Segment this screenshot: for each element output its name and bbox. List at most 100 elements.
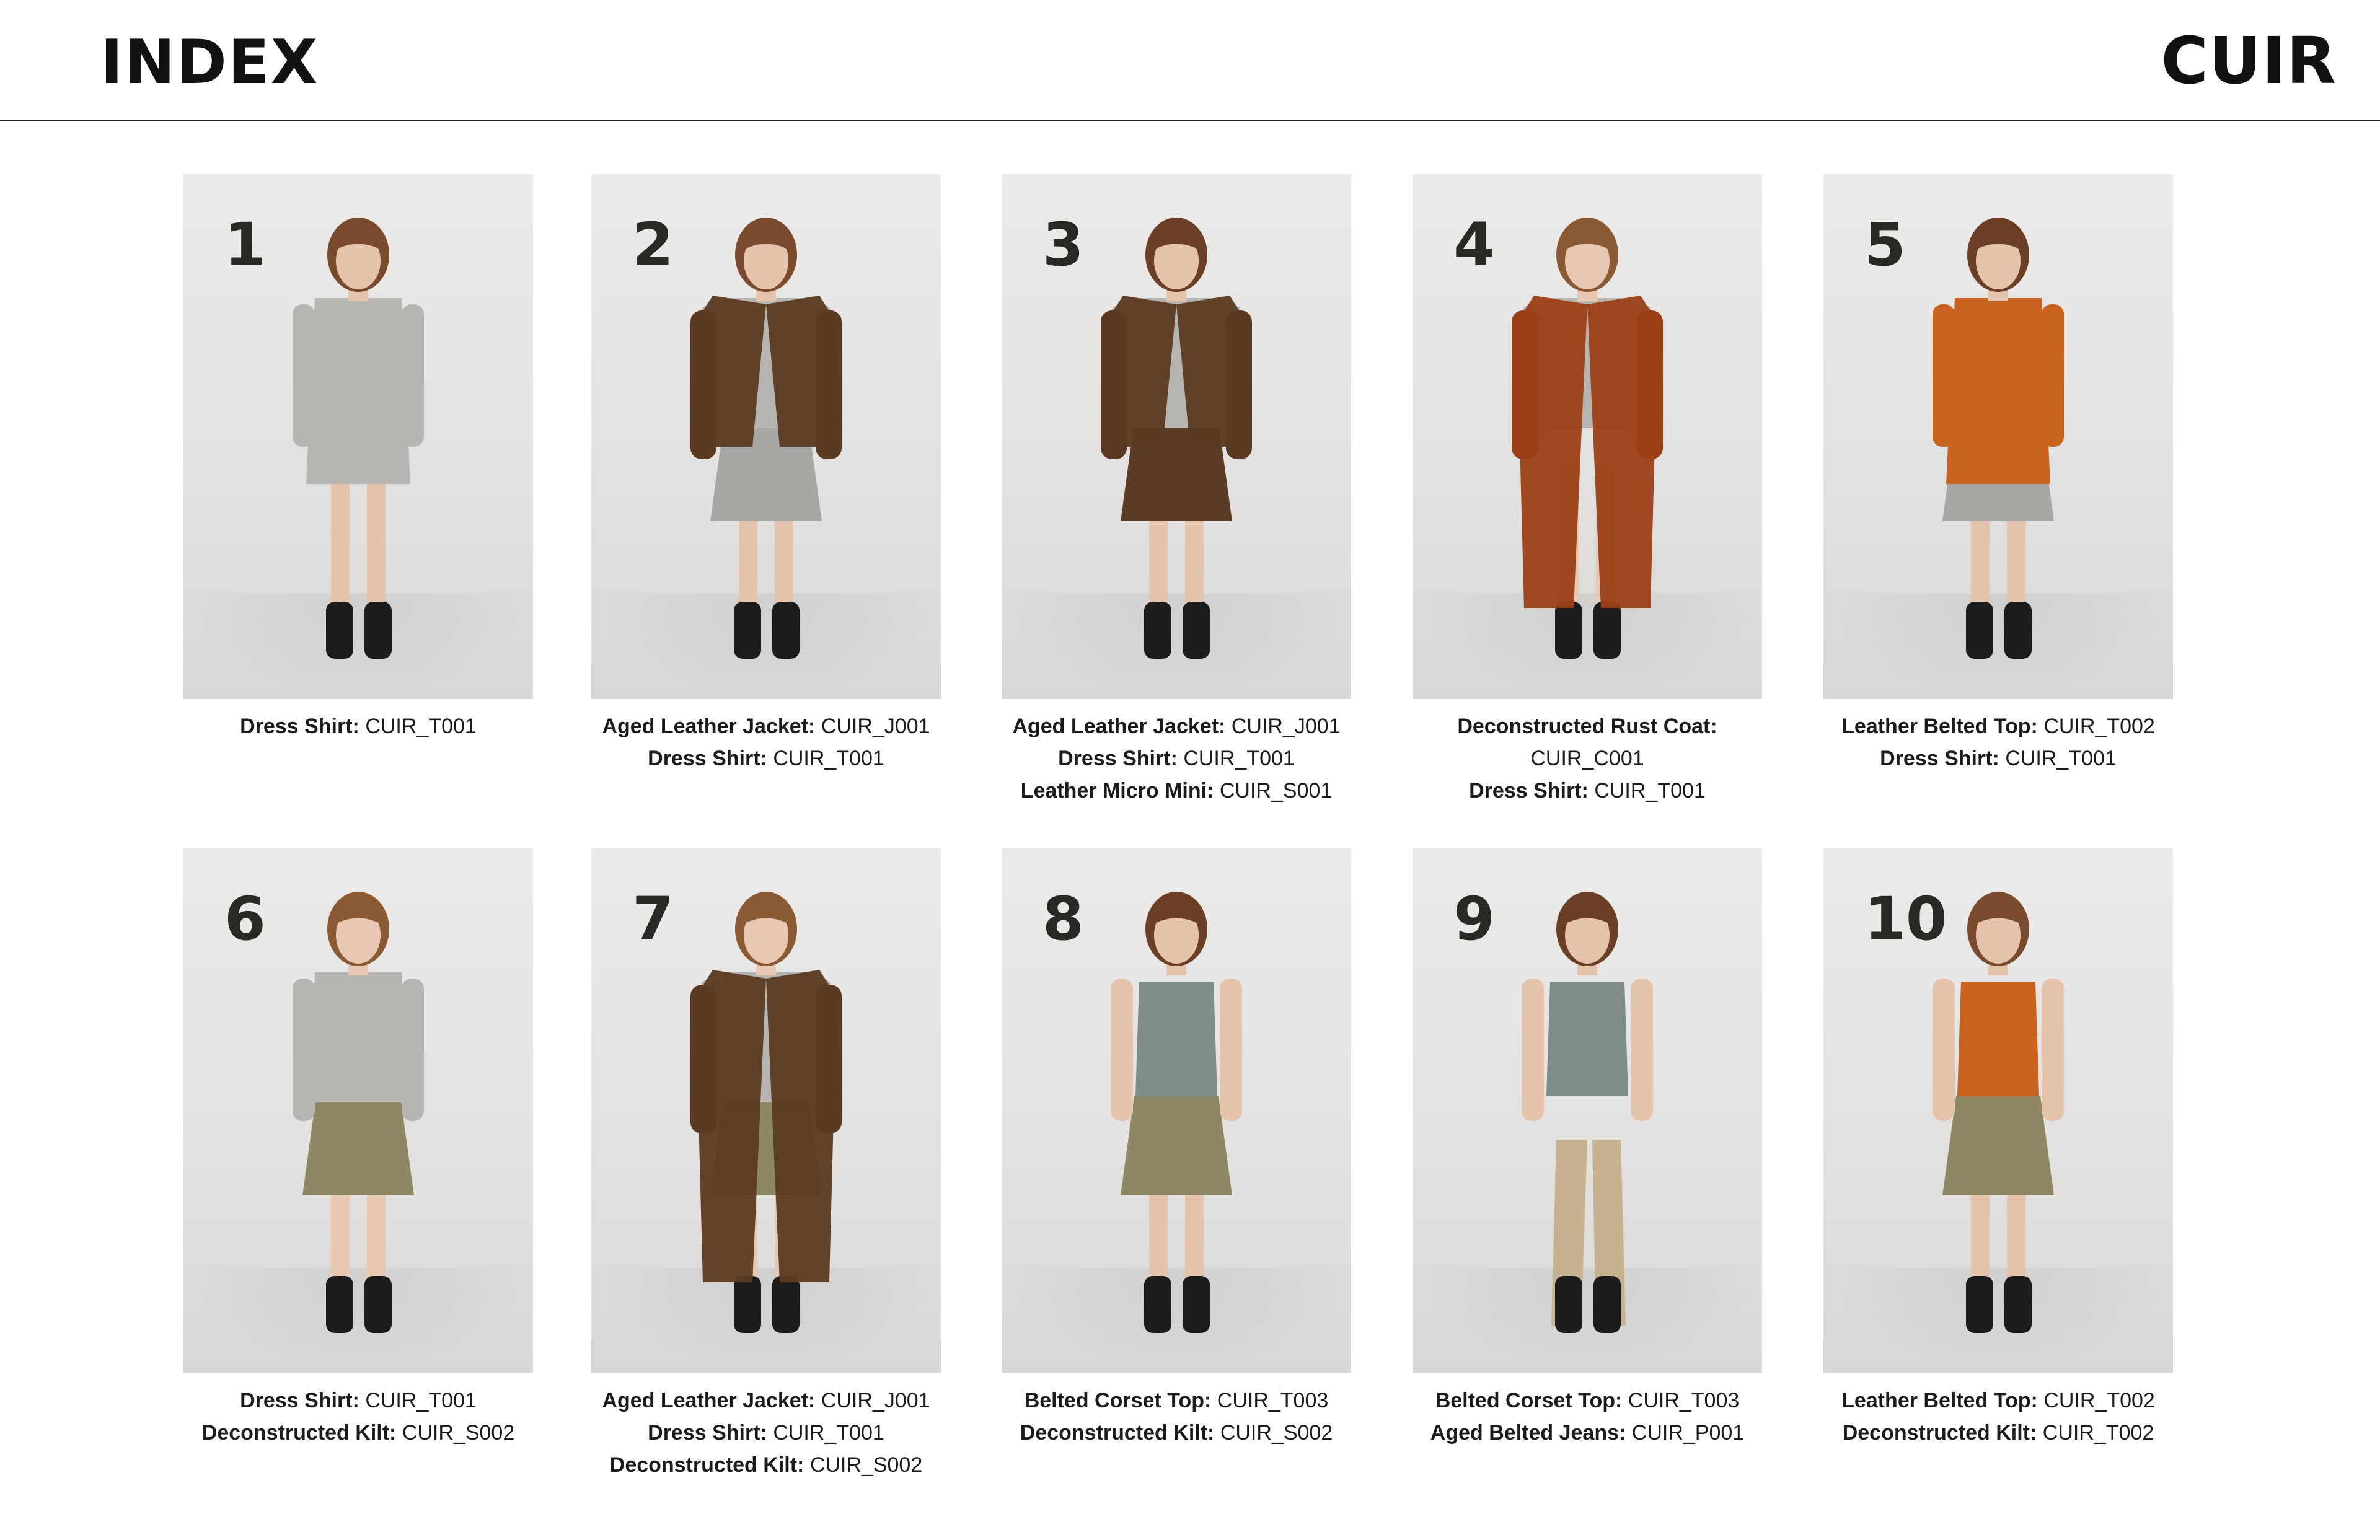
garment-line: Leather Micro Mini: CUIR_S001 [1002, 775, 1351, 807]
garment-name: Deconstructed Rust Coat: [1457, 715, 1717, 738]
garment-code: CUIR_T002 [2042, 1421, 2154, 1445]
garment-name: Deconstructed Kilt: [1842, 1421, 2037, 1445]
look-photo: 4 [1413, 174, 1762, 699]
look-photo: 5 [1823, 174, 2173, 699]
garment-line: Aged Belted Jeans: CUIR_P001 [1413, 1417, 1762, 1449]
look-caption: Belted Corset Top: CUIR_T003 Deconstructe… [1002, 1384, 1351, 1449]
look-number: 9 [1453, 884, 1495, 954]
look-number: 2 [632, 210, 674, 279]
look-card: 3 Aged Leather Jacket: CUIR_J001 Dress Shi… [1002, 174, 1351, 807]
garment-code: CUIR_S001 [1219, 779, 1333, 803]
garment-line: Dress Shirt: CUIR_T001 [1823, 742, 2173, 775]
look-number: 3 [1042, 210, 1084, 279]
garment-name: Dress Shirt: [240, 715, 359, 738]
garment-name: Aged Belted Jeans: [1430, 1421, 1626, 1445]
garment-code: CUIR_T002 [2043, 715, 2155, 738]
look-card: 5 Leather Belted Top: CUIR_T002 Dress Shir… [1823, 174, 2173, 775]
garment-line: Dress Shirt: CUIR_T001 [1413, 775, 1762, 807]
look-card: 9 Belted Corset Top: CUIR_T003 Aged Belted… [1413, 848, 1762, 1449]
look-number: 1 [224, 210, 266, 279]
garment-line: Leather Belted Top: CUIR_T002 [1823, 710, 2173, 742]
garment-line: Belted Corset Top: CUIR_T003 [1002, 1384, 1351, 1417]
garment-code: CUIR_J001 [821, 1389, 930, 1412]
garment-code: CUIR_P001 [1631, 1421, 1745, 1445]
look-caption: Aged Leather Jacket: CUIR_J001 Dress Shir… [591, 710, 941, 775]
garment-name: Dress Shirt: [1058, 747, 1178, 770]
look-photo: 2 [591, 174, 941, 699]
garment-name: Leather Belted Top: [1841, 1389, 2038, 1412]
garment-line: Dress Shirt: CUIR_T001 [1002, 742, 1351, 775]
look-caption: Dress Shirt: CUIR_T001 [183, 710, 533, 742]
garment-line: Dress Shirt: CUIR_T001 [591, 1417, 941, 1449]
look-card: 2 Aged Leather Jacket: CUIR_J001 Dress Shi… [591, 174, 941, 775]
garment-name: Belted Corset Top: [1435, 1389, 1623, 1412]
garment-code: CUIR_S002 [402, 1421, 515, 1445]
look-photo: 6 [183, 848, 533, 1373]
garment-name: Deconstructed Kilt: [609, 1453, 804, 1477]
garment-name: Dress Shirt: [1880, 747, 1999, 770]
look-caption: Leather Belted Top: CUIR_T002 Dress Shirt… [1823, 710, 2173, 775]
garment-code: CUIR_T001 [773, 747, 884, 770]
look-card: 1 Dress Shirt: CUIR_T001 [183, 174, 533, 742]
garment-line: Dress Shirt: CUIR_T001 [591, 742, 941, 775]
garment-code: CUIR_J001 [1231, 715, 1341, 738]
garment-name: Aged Leather Jacket: [602, 715, 816, 738]
look-card: 7 Aged Leather Jacket: CUIR_J001 Dress Shi… [591, 848, 941, 1481]
garment-line: Aged Leather Jacket: CUIR_J001 [591, 710, 941, 742]
look-photo: 1 [183, 174, 533, 699]
look-card: 10 Leather Belted Top: CUIR_T002 Deconstru… [1823, 848, 2173, 1449]
garment-name: Leather Micro Mini: [1020, 779, 1214, 803]
garment-code: CUIR_J001 [821, 715, 930, 738]
look-number: 4 [1453, 210, 1495, 279]
look-number: 8 [1042, 884, 1084, 954]
look-photo: 9 [1413, 848, 1762, 1373]
look-number: 5 [1864, 210, 1906, 279]
garment-code: CUIR_T001 [1594, 779, 1706, 803]
garment-line: Deconstructed Kilt: CUIR_S002 [1002, 1417, 1351, 1449]
garment-code: CUIR_T002 [2043, 1389, 2155, 1412]
garment-name: Aged Leather Jacket: [602, 1389, 816, 1412]
look-photo: 10 [1823, 848, 2173, 1373]
look-card: 8 Belted Corset Top: CUIR_T003 Deconstruct… [1002, 848, 1351, 1449]
garment-name: Dress Shirt: [1469, 779, 1589, 803]
garment-name: Deconstructed Kilt: [201, 1421, 397, 1445]
brand-logo: CUIR [2161, 23, 2337, 99]
look-number: 7 [632, 884, 674, 954]
garment-line: Aged Leather Jacket: CUIR_J001 [591, 1384, 941, 1417]
garment-code: CUIR_C001 [1530, 747, 1644, 770]
garment-name: Belted Corset Top: [1024, 1389, 1212, 1412]
garment-code: CUIR_T003 [1217, 1389, 1329, 1412]
look-card: 4 Deconstructed Rust Coat: CUIR_C001 Dress… [1413, 174, 1762, 807]
garment-code: CUIR_S002 [1220, 1421, 1333, 1445]
garment-line: Belted Corset Top: CUIR_T003 [1413, 1384, 1762, 1417]
garment-code: CUIR_S002 [809, 1453, 923, 1477]
garment-code: CUIR_T001 [365, 715, 477, 738]
look-photo: 7 [591, 848, 941, 1373]
garment-line: Deconstructed Kilt: CUIR_S002 [183, 1417, 533, 1449]
garment-name: Dress Shirt: [648, 747, 767, 770]
look-number: 6 [224, 884, 266, 954]
look-caption: Leather Belted Top: CUIR_T002 Deconstruct… [1823, 1384, 2173, 1449]
garment-code: CUIR_T001 [773, 1421, 884, 1445]
look-photo: 3 [1002, 174, 1351, 699]
look-number: 10 [1864, 884, 1947, 954]
look-caption: Deconstructed Rust Coat: CUIR_C001 Dress … [1413, 710, 1762, 807]
garment-line: Dress Shirt: CUIR_T001 [183, 1384, 533, 1417]
garment-line: Deconstructed Rust Coat: CUIR_C001 [1413, 710, 1762, 775]
garment-line: Dress Shirt: CUIR_T001 [183, 710, 533, 742]
garment-name: Leather Belted Top: [1841, 715, 2038, 738]
garment-line: Deconstructed Kilt: CUIR_S002 [591, 1449, 941, 1481]
garment-line: Leather Belted Top: CUIR_T002 [1823, 1384, 2173, 1417]
garment-code: CUIR_T001 [2005, 747, 2117, 770]
page-header: INDEX CUIR [0, 0, 2380, 121]
garment-name: Dress Shirt: [240, 1389, 359, 1412]
page-title: INDEX [100, 27, 319, 98]
garment-code: CUIR_T001 [1183, 747, 1295, 770]
look-card: 6 Dress Shirt: CUIR_T001 Deconstructed Kil… [183, 848, 533, 1449]
look-caption: Belted Corset Top: CUIR_T003 Aged Belted … [1413, 1384, 1762, 1449]
garment-line: Aged Leather Jacket: CUIR_J001 [1002, 710, 1351, 742]
look-caption: Dress Shirt: CUIR_T001 Deconstructed Kilt… [183, 1384, 533, 1449]
garment-code: CUIR_T003 [1628, 1389, 1740, 1412]
look-caption: Aged Leather Jacket: CUIR_J001 Dress Shir… [591, 1384, 941, 1481]
look-photo: 8 [1002, 848, 1351, 1373]
